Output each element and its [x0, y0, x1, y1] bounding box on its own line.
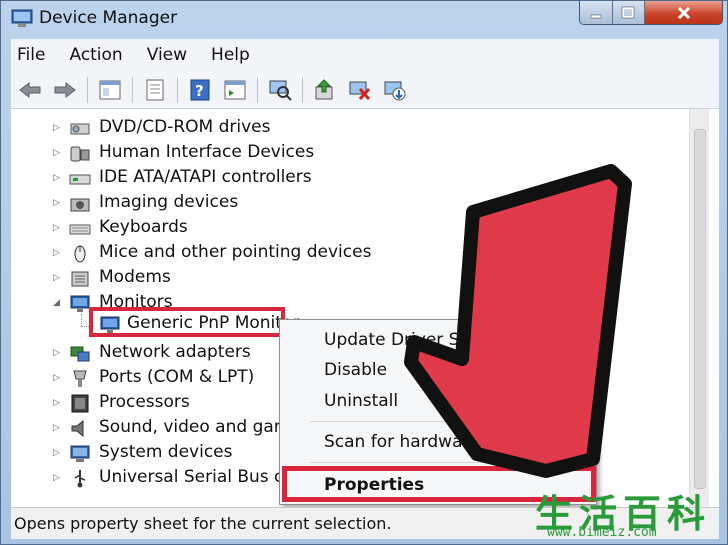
device-manager-window: Device Manager File Action View Help ? ▷…	[0, 0, 728, 545]
expand-arrow-icon[interactable]: ▷	[53, 423, 60, 433]
back-arrow-icon[interactable]	[17, 77, 43, 103]
tree-item-ide-ata-atapi-controllers[interactable]: ▷ IDE ATA/ATAPI controllers	[11, 166, 701, 191]
menu-item-disable[interactable]: Disable	[324, 360, 387, 380]
menu-separator	[310, 462, 590, 463]
vertical-scrollbar[interactable]	[689, 109, 709, 507]
tree-item-label: Network adapters	[99, 342, 251, 362]
expand-arrow-icon[interactable]: ▷	[53, 273, 60, 283]
expand-arrow-icon[interactable]: ▷	[53, 448, 60, 458]
tree-item-generic-pnp-monitor[interactable]: Generic PnP Monitor	[89, 307, 299, 337]
monitor-icon	[70, 295, 90, 312]
menu-action[interactable]: Action	[69, 45, 122, 65]
device-manager-icon	[11, 9, 33, 27]
camera-icon	[70, 198, 90, 212]
tree-item-label: IDE ATA/ATAPI controllers	[99, 167, 312, 187]
toolbar-separator	[132, 76, 133, 103]
tree-item-label: DVD/CD-ROM drives	[99, 117, 271, 137]
tree-item-human-interface-devices[interactable]: ▷ Human Interface Devices	[11, 141, 701, 166]
menu-item-scan-hardware[interactable]: Scan for hardware changes	[324, 432, 556, 452]
scan-hardware-icon[interactable]	[267, 77, 293, 103]
menu-separator	[310, 421, 590, 422]
close-button[interactable]	[645, 1, 722, 24]
network-icon	[70, 346, 90, 362]
collapse-arrow-icon[interactable]: ◢	[53, 298, 60, 308]
expand-arrow-icon[interactable]: ▷	[53, 348, 60, 358]
tree-item-dvd-cd-rom-drives[interactable]: ▷ DVD/CD-ROM drives	[11, 116, 701, 141]
minimize-icon	[590, 14, 602, 19]
menu-file[interactable]: File	[17, 45, 45, 65]
properties-icon[interactable]	[142, 77, 168, 103]
toolbar-separator	[87, 76, 88, 103]
tree-item-label: Human Interface Devices	[99, 142, 315, 162]
tree-item-label: Modems	[99, 267, 171, 287]
tree-item-modems[interactable]: ▷ Modems	[11, 266, 701, 291]
expand-arrow-icon[interactable]: ▷	[53, 198, 60, 208]
title-bar[interactable]: Device Manager	[1, 1, 728, 39]
processor-icon	[71, 394, 89, 413]
expand-arrow-icon[interactable]: ▷	[53, 123, 60, 133]
forward-arrow-icon[interactable]	[52, 77, 78, 103]
tree-item-label: Keyboards	[99, 217, 188, 237]
show-hide-tree-icon[interactable]	[97, 77, 123, 103]
tree-item-label: Ports (COM & LPT)	[99, 367, 255, 387]
maximize-button[interactable]	[612, 1, 646, 24]
system-icon	[70, 445, 90, 462]
menu-view[interactable]: View	[147, 45, 187, 65]
expand-arrow-icon[interactable]: ▷	[53, 148, 60, 158]
menu-help[interactable]: Help	[211, 45, 250, 65]
action-pane-icon[interactable]	[222, 77, 248, 103]
menu-item-uninstall[interactable]: Uninstall	[324, 391, 398, 411]
expand-arrow-icon[interactable]: ▷	[53, 223, 60, 233]
expand-arrow-icon[interactable]: ▷	[53, 373, 60, 383]
tree-item-keyboards[interactable]: ▷ Keyboards	[11, 216, 701, 241]
context-menu: Update Driver Software... Disable Uninst…	[279, 319, 597, 505]
expand-arrow-icon[interactable]: ▷	[53, 173, 60, 183]
window-controls	[579, 1, 723, 25]
scrollbar-thumb[interactable]	[694, 129, 706, 489]
toolbar: ?	[11, 71, 719, 109]
svg-text:?: ?	[195, 82, 204, 100]
usb-icon	[74, 470, 86, 488]
modem-icon	[71, 271, 89, 287]
disable-device-icon[interactable]	[347, 77, 373, 103]
maximize-icon	[622, 6, 635, 19]
update-driver-icon[interactable]	[312, 77, 338, 103]
toolbar-separator	[177, 76, 178, 103]
toolbar-separator	[257, 76, 258, 103]
mouse-icon	[74, 245, 86, 263]
expand-arrow-icon[interactable]: ▷	[53, 473, 60, 483]
tree-item-mice-and-other-pointing-devices[interactable]: ▷ Mice and other pointing devices	[11, 241, 701, 266]
tree-item-label: Processors	[99, 392, 190, 412]
hid-icon	[70, 146, 90, 162]
tree-item-imaging-devices[interactable]: ▷ Imaging devices	[11, 191, 701, 216]
tree-item-label: Sound, video and game	[99, 417, 301, 437]
tree-item-label: Mice and other pointing devices	[99, 242, 372, 262]
help-icon[interactable]: ?	[187, 77, 213, 103]
speaker-icon	[71, 419, 84, 438]
expand-arrow-icon[interactable]: ▷	[53, 248, 60, 258]
uninstall-device-icon[interactable]	[382, 77, 408, 103]
menu-item-update-driver[interactable]: Update Driver Software...	[324, 330, 540, 350]
tree-item-label: System devices	[99, 442, 233, 462]
close-icon	[677, 6, 690, 20]
dvd-drive-icon	[70, 123, 90, 135]
properties-label: Properties	[324, 475, 425, 495]
expand-arrow-icon[interactable]: ▷	[53, 398, 60, 408]
tree-item-label: Imaging devices	[99, 192, 239, 212]
tree-item-label: Generic PnP Monitor	[127, 313, 300, 333]
keyboard-icon	[69, 224, 91, 235]
window-title: Device Manager	[39, 8, 178, 28]
menu-bar: File Action View Help	[11, 39, 719, 71]
watermark: 生活百科 www.bimeiz.com	[529, 483, 725, 543]
minimize-button[interactable]	[580, 1, 613, 24]
monitor-icon	[100, 316, 120, 333]
watermark-url: www.bimeiz.com	[547, 525, 657, 540]
port-icon	[73, 370, 87, 387]
status-text: Opens property sheet for the current sel…	[14, 514, 392, 533]
toolbar-separator	[302, 76, 303, 103]
ide-controller-icon	[69, 174, 91, 185]
